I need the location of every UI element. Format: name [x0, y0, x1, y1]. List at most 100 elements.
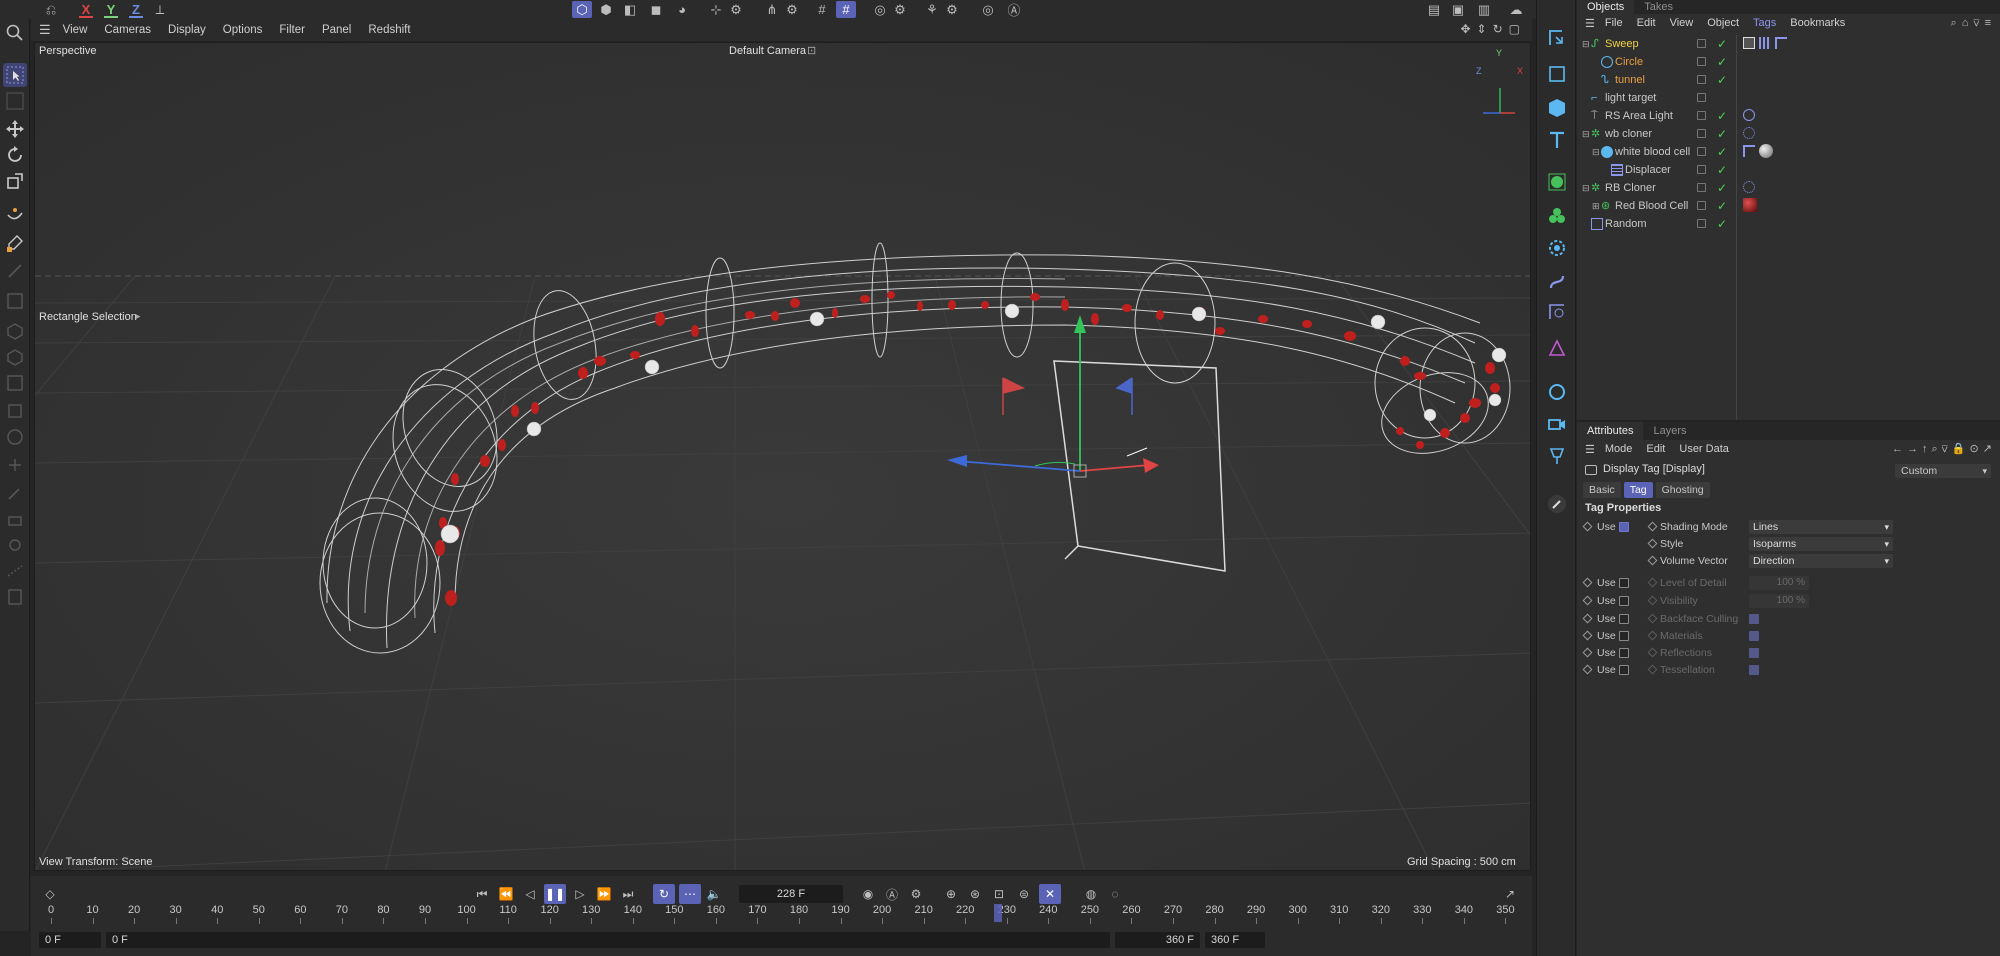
attributes-menu-user-data[interactable]: User Data: [1679, 443, 1729, 455]
use-lod-checkbox[interactable]: [1619, 578, 1629, 588]
keyframe-diamond-icon[interactable]: [1582, 577, 1593, 588]
layer-box[interactable]: [1697, 93, 1706, 102]
live-selection-icon[interactable]: [3, 89, 27, 113]
axis-mode-icon[interactable]: ⊹: [706, 1, 726, 18]
layer-box[interactable]: [1697, 111, 1706, 120]
display-tag-icon[interactable]: [1743, 37, 1755, 49]
start-frame-a[interactable]: 0 F: [39, 932, 101, 948]
viewport-3d[interactable]: Perspective Default Camera ⊡ Y Z X Recta…: [34, 42, 1531, 871]
camera-lock-icon[interactable]: ⊡: [807, 44, 816, 57]
scale-tool-icon[interactable]: [3, 169, 27, 193]
keyframe-diamond-icon[interactable]: [1582, 664, 1593, 675]
objects-menu-tags[interactable]: Tags: [1753, 17, 1776, 29]
menu-redshift[interactable]: Redshift: [368, 24, 410, 36]
end-frame-a[interactable]: 360 F: [1115, 932, 1200, 948]
objects-search-home-filter-icons[interactable]: ⌕⌂⊽≡: [1951, 17, 1996, 30]
attributes-menu-edit[interactable]: Edit: [1646, 443, 1665, 455]
field-icon[interactable]: [1545, 300, 1569, 324]
layer-box[interactable]: [1697, 75, 1706, 84]
expand-icon[interactable]: ⊞: [1592, 197, 1600, 215]
next-key-icon[interactable]: ⏩: [593, 884, 615, 904]
layer-box[interactable]: [1697, 219, 1706, 228]
layer-box[interactable]: [1697, 129, 1706, 138]
enabled-check-icon[interactable]: ✓: [1717, 107, 1727, 125]
motion-record-icon[interactable]: ◍: [1080, 884, 1102, 904]
keyframe-icon[interactable]: ◇: [39, 884, 61, 904]
knife-tool-icon[interactable]: [3, 259, 27, 283]
tab-attributes[interactable]: Attributes: [1577, 422, 1644, 440]
collapse-icon[interactable]: ⊟: [1582, 35, 1590, 53]
uvw-tag-icon[interactable]: [1743, 145, 1755, 157]
layer-box[interactable]: [1697, 147, 1706, 156]
snap-icon[interactable]: ⋔: [762, 1, 782, 18]
menu-display[interactable]: Display: [168, 24, 206, 36]
polygons-mode-icon[interactable]: ◼: [646, 1, 666, 18]
keyframe-diamond-icon[interactable]: [1582, 630, 1593, 641]
key-rotation-icon[interactable]: ⊛: [964, 884, 986, 904]
mograph-tag-icon[interactable]: [1743, 181, 1755, 193]
menu-panel[interactable]: Panel: [322, 24, 351, 36]
axis-icon[interactable]: [3, 453, 27, 477]
mograph-icon[interactable]: [1545, 236, 1569, 260]
keyframe-diamond-icon[interactable]: [1582, 613, 1593, 624]
camera-object-icon[interactable]: [1545, 412, 1569, 436]
keyframe-diamond-icon[interactable]: [1582, 595, 1593, 606]
use-backface-checkbox[interactable]: [1619, 614, 1629, 624]
menu-filter[interactable]: Filter: [279, 24, 305, 36]
polygon-object-icon[interactable]: [3, 289, 27, 313]
uv-icon[interactable]: [3, 399, 27, 423]
tab-takes[interactable]: Takes: [1634, 0, 1683, 14]
objects-menu-icon[interactable]: ☰: [1585, 17, 1595, 30]
axis-settings-icon[interactable]: ⚙: [726, 1, 746, 18]
use-reflections-checkbox[interactable]: [1619, 648, 1629, 658]
null-object-icon[interactable]: [1545, 26, 1569, 50]
cloner-icon[interactable]: [1545, 204, 1569, 228]
symmetry-icon[interactable]: ⚘: [922, 1, 942, 18]
key-position-icon[interactable]: ⊕: [940, 884, 962, 904]
start-frame-b[interactable]: 0 F: [106, 932, 1110, 948]
axis-z-toggle[interactable]: Z: [126, 1, 146, 18]
pause-button[interactable]: ❚❚: [544, 884, 566, 904]
texture-icon[interactable]: [3, 425, 27, 449]
key-param-icon[interactable]: ⊜: [1013, 884, 1035, 904]
attributes-nav-icons[interactable]: ←→↑⌕⊽🔒⊙↗: [1892, 442, 1996, 456]
model-mode-icon[interactable]: ⬡: [572, 1, 592, 18]
material-tag-red-icon[interactable]: [1743, 198, 1757, 212]
use-shading-checkbox[interactable]: [1619, 522, 1629, 532]
attributes-menu-mode[interactable]: Mode: [1605, 443, 1633, 455]
hamburger-menu-icon[interactable]: ☰: [39, 22, 51, 38]
extrude-icon[interactable]: [3, 507, 27, 531]
material-tag-white-icon[interactable]: [1759, 144, 1773, 158]
objects-menu-object[interactable]: Object: [1707, 17, 1739, 29]
key-settings-icon[interactable]: ⚙: [905, 884, 927, 904]
target-tag-icon[interactable]: [1743, 109, 1755, 121]
paint-tool-icon[interactable]: [3, 231, 27, 255]
locked-workplane-icon[interactable]: #: [836, 1, 856, 18]
menu-options[interactable]: Options: [223, 24, 263, 36]
collapse-icon[interactable]: ⊟: [1582, 179, 1590, 197]
loop-icon[interactable]: ↻: [653, 884, 675, 904]
objects-menu-view[interactable]: View: [1670, 17, 1694, 29]
keyframe-diamond-icon[interactable]: [1647, 521, 1658, 532]
enabled-check-icon[interactable]: ✓: [1717, 125, 1727, 143]
spline-pen-icon[interactable]: [3, 201, 27, 225]
layer-box[interactable]: [1697, 183, 1706, 192]
layer-box[interactable]: [1697, 57, 1706, 66]
cloud-icon[interactable]: ☁: [1506, 1, 1526, 18]
symmetry-settings-icon[interactable]: ⚙: [942, 1, 962, 18]
coordinate-system-icon[interactable]: ⟂: [150, 1, 170, 18]
menu-cameras[interactable]: Cameras: [104, 24, 151, 36]
layer-box[interactable]: [1697, 39, 1706, 48]
subdivision-icon[interactable]: [1545, 170, 1569, 194]
objects-menu-file[interactable]: File: [1605, 17, 1623, 29]
uv-mode-icon[interactable]: ◕: [672, 1, 692, 18]
playhead-marker[interactable]: [994, 904, 1003, 922]
axis-y-toggle[interactable]: Y: [101, 1, 121, 18]
record-icon[interactable]: ◉: [857, 884, 879, 904]
text-object-icon[interactable]: [1545, 128, 1569, 152]
attributes-menu-icon[interactable]: ☰: [1585, 443, 1595, 456]
objects-menu-bookmarks[interactable]: Bookmarks: [1790, 17, 1845, 29]
environment-icon[interactable]: [1545, 380, 1569, 404]
previous-key-icon[interactable]: ⏪: [495, 884, 517, 904]
brush-icon[interactable]: [3, 481, 27, 505]
